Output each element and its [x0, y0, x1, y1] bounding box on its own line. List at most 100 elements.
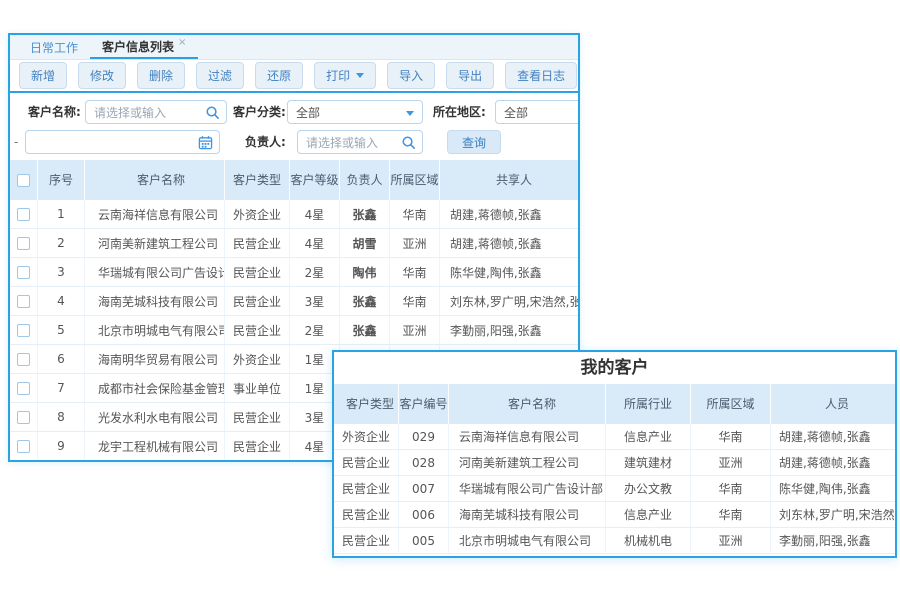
customer-name-link[interactable]: 北京市明城电气有限公司: [85, 316, 225, 344]
district-select[interactable]: 全部: [495, 100, 580, 124]
column-header: 客户名称: [449, 384, 606, 424]
row-checkbox[interactable]: [17, 208, 30, 221]
toolbar-button[interactable]: 还原: [255, 62, 303, 89]
column-header: 所属区域: [691, 384, 771, 424]
customer-name-link[interactable]: 云南海祥信息有限公司: [449, 424, 606, 449]
customer-name-link[interactable]: 云南海祥信息有限公司: [85, 200, 225, 228]
customer-code-link[interactable]: 006: [399, 502, 449, 527]
row-number: 9: [38, 432, 85, 460]
table-row: 3华瑞城有限公司广告设计部民营企业2星陶伟华南陈华健,陶伟,张鑫: [10, 258, 578, 287]
row-checkbox[interactable]: [17, 324, 30, 337]
customer-name-link[interactable]: 河南美新建筑工程公司: [449, 450, 606, 475]
district-value: 全部: [504, 104, 528, 121]
row-checkbox[interactable]: [17, 353, 30, 366]
owner-link[interactable]: 胡雪: [340, 229, 390, 257]
toolbar-button[interactable]: 删除: [137, 62, 185, 89]
table-row: 民营企业006海南芜城科技有限公司信息产业华南刘东林,罗广明,宋浩然,...: [334, 502, 895, 528]
customer-name-link[interactable]: 成都市社会保险基金管理...: [85, 374, 225, 402]
staff: 刘东林,罗广明,宋浩然,...: [771, 502, 895, 527]
column-header: 共享人: [440, 160, 578, 200]
district-label: 所在地区:: [433, 100, 486, 124]
select-all-cell: [10, 160, 38, 200]
toolbar-button[interactable]: 新增: [19, 62, 67, 89]
customer-code-link[interactable]: 007: [399, 476, 449, 501]
customer-type: 民营企业: [225, 432, 290, 460]
customer-type: 民营企业: [334, 476, 399, 501]
customer-code-link[interactable]: 005: [399, 528, 449, 553]
tab-daily-work[interactable]: 日常工作: [18, 35, 90, 59]
panel-title: 我的客户: [334, 352, 895, 384]
customer-name-link[interactable]: 海南芜城科技有限公司: [85, 287, 225, 315]
customer-type: 民营企业: [225, 258, 290, 286]
customer-name-input[interactable]: 请选择或输入: [85, 100, 227, 124]
customer-name-placeholder: 请选择或输入: [94, 104, 166, 121]
select-all-checkbox[interactable]: [17, 174, 30, 187]
owner-link[interactable]: 张鑫: [340, 287, 390, 315]
customer-level: 4星: [290, 200, 340, 228]
toolbar-button[interactable]: 修改: [78, 62, 126, 89]
region: 华南: [691, 424, 771, 449]
customer-type: 外资企业: [225, 200, 290, 228]
customer-name-link[interactable]: 海南芜城科技有限公司: [449, 502, 606, 527]
column-header: 序号: [38, 160, 85, 200]
customer-type: 民营企业: [334, 528, 399, 553]
customer-name-link[interactable]: 北京市明城电气有限公司: [449, 528, 606, 553]
row-number: 7: [38, 374, 85, 402]
my-customers-panel: 我的客户 客户类型客户编号客户名称所属行业所属区域人员 外资企业029云南海祥信…: [332, 350, 897, 558]
row-number: 3: [38, 258, 85, 286]
close-icon[interactable]: ×: [178, 37, 186, 48]
shared-people: 胡建,蒋德帧,张鑫: [440, 229, 578, 257]
owner-input[interactable]: 请选择或输入: [297, 130, 423, 154]
tab-bar: 日常工作客户信息列表×: [10, 35, 578, 60]
owner-link[interactable]: 张鑫: [340, 316, 390, 344]
customer-name-link[interactable]: 华瑞城有限公司广告设计部: [85, 258, 225, 286]
toolbar-button[interactable]: 导入: [387, 62, 435, 89]
customer-name-link[interactable]: 龙宇工程机械有限公司: [85, 432, 225, 460]
customer-name-link[interactable]: 海南明华贸易有限公司: [85, 345, 225, 373]
row-number: 8: [38, 403, 85, 431]
owner-link[interactable]: 陶伟: [340, 258, 390, 286]
staff: 胡建,蒋德帧,张鑫: [771, 450, 895, 475]
staff: 胡建,蒋德帧,张鑫: [771, 424, 895, 449]
region: 亚洲: [390, 316, 440, 344]
shared-people: 刘东林,罗广明,宋浩然,张鑫: [440, 287, 578, 315]
my-customers-table: 客户类型客户编号客户名称所属行业所属区域人员 外资企业029云南海祥信息有限公司…: [334, 384, 895, 554]
my-customers-table-header: 客户类型客户编号客户名称所属行业所属区域人员: [334, 384, 895, 424]
column-header: 人员: [771, 384, 895, 424]
customer-name-link[interactable]: 河南美新建筑工程公司: [85, 229, 225, 257]
row-checkbox[interactable]: [17, 382, 30, 395]
tab-customer-list[interactable]: 客户信息列表×: [90, 35, 198, 59]
customer-type: 民营企业: [334, 502, 399, 527]
row-checkbox[interactable]: [17, 411, 30, 424]
toolbar-button[interactable]: 导出: [446, 62, 494, 89]
customer-name-link[interactable]: 华瑞城有限公司广告设计部: [449, 476, 606, 501]
customer-code-link[interactable]: 028: [399, 450, 449, 475]
customer-name-link[interactable]: 光发水利水电有限公司: [85, 403, 225, 431]
industry: 办公文教: [606, 476, 691, 501]
row-checkbox[interactable]: [17, 266, 30, 279]
customer-type: 民营企业: [334, 450, 399, 475]
print-button[interactable]: 打印: [314, 62, 376, 89]
region: 华南: [390, 200, 440, 228]
toolbar-button[interactable]: 查看日志: [505, 62, 577, 89]
row-number: 1: [38, 200, 85, 228]
customer-code-link[interactable]: 029: [399, 424, 449, 449]
customer-category-select[interactable]: 全部: [287, 100, 423, 124]
owner-link[interactable]: 张鑫: [340, 200, 390, 228]
row-checkbox-cell: [10, 287, 38, 315]
staff: 陈华健,陶伟,张鑫: [771, 476, 895, 501]
date-input[interactable]: [25, 130, 220, 154]
row-checkbox-cell: [10, 316, 38, 344]
chevron-down-icon: [356, 73, 364, 78]
calendar-icon: [198, 135, 213, 150]
query-button[interactable]: 查询: [447, 130, 501, 154]
customer-level: 4星: [290, 229, 340, 257]
column-header: 客户类型: [334, 384, 399, 424]
row-checkbox[interactable]: [17, 440, 30, 453]
toolbar-button[interactable]: 过滤: [196, 62, 244, 89]
row-checkbox[interactable]: [17, 295, 30, 308]
customer-type: 民营企业: [225, 316, 290, 344]
row-checkbox[interactable]: [17, 237, 30, 250]
owner-placeholder: 请选择或输入: [306, 134, 378, 151]
search-icon: [401, 135, 416, 150]
